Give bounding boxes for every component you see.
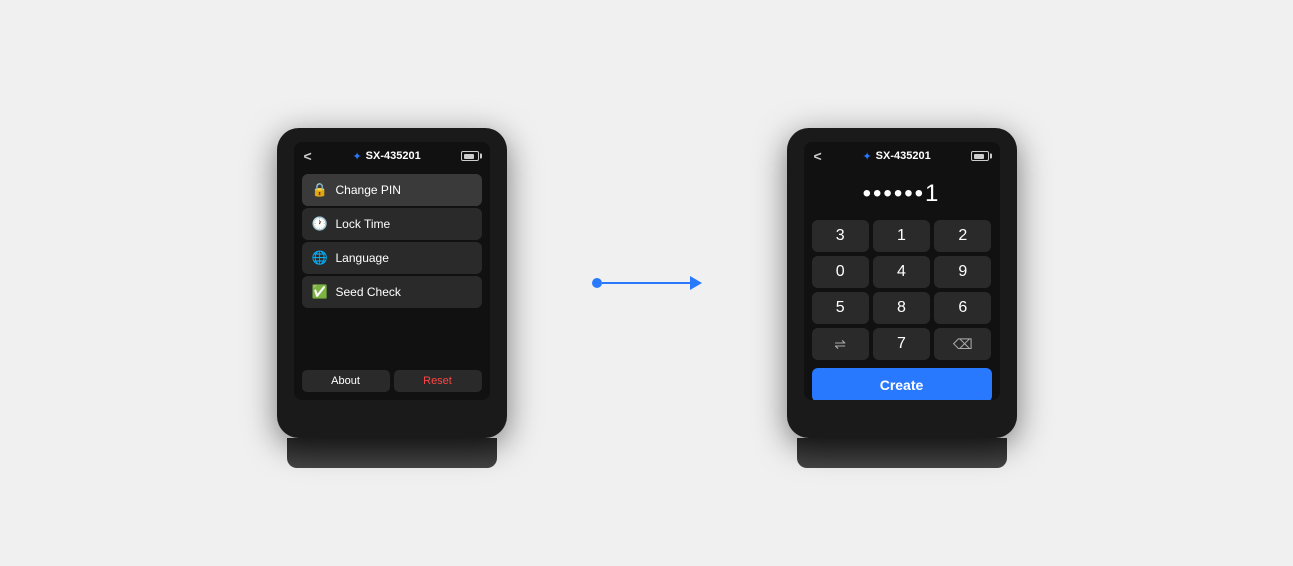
- clock-icon: 🕐: [312, 216, 328, 232]
- globe-icon: 🌐: [312, 250, 328, 266]
- bluetooth-icon-2: ✦: [862, 150, 871, 163]
- header-center-2: ✦ SX-435201: [862, 150, 930, 163]
- num-btn-1[interactable]: 1: [873, 220, 930, 252]
- back-button-2[interactable]: <: [814, 148, 822, 164]
- language-label: Language: [336, 251, 389, 265]
- create-button[interactable]: Create: [812, 368, 992, 400]
- device-name-2: SX-435201: [876, 150, 931, 162]
- device-2: < ✦ SX-435201 ••••••1 3 1 2 0 4: [787, 128, 1017, 438]
- num-btn-8[interactable]: 8: [873, 292, 930, 324]
- arrow-shaft: [602, 282, 690, 284]
- change-pin-label: Change PIN: [336, 183, 401, 197]
- about-button[interactable]: About: [302, 370, 390, 392]
- num-btn-6[interactable]: 6: [934, 292, 991, 324]
- screen-1: < ✦ SX-435201 🔒 Change PIN 🕐: [294, 142, 490, 400]
- lock-time-label: Lock Time: [336, 217, 391, 231]
- num-btn-3[interactable]: 3: [812, 220, 869, 252]
- seed-check-label: Seed Check: [336, 285, 401, 299]
- numpad: 3 1 2 0 4 9 5 8 6 ⇌ 7 ⌫: [804, 216, 1000, 364]
- battery-body-1: [461, 151, 479, 161]
- arrow-head: [690, 276, 702, 290]
- back-button-1[interactable]: <: [304, 148, 312, 164]
- create-btn-row: Create: [804, 364, 1000, 400]
- header-bar-2: < ✦ SX-435201: [804, 142, 1000, 170]
- device-name-1: SX-435201: [366, 150, 421, 162]
- num-btn-9[interactable]: 9: [934, 256, 991, 288]
- num-btn-7[interactable]: 7: [873, 328, 930, 360]
- num-btn-5[interactable]: 5: [812, 292, 869, 324]
- menu-item-language[interactable]: 🌐 Language: [302, 242, 482, 274]
- screen-2: < ✦ SX-435201 ••••••1 3 1 2 0 4: [804, 142, 1000, 400]
- header-center-1: ✦ SX-435201: [352, 150, 420, 163]
- pin-display: ••••••1: [804, 170, 1000, 216]
- bluetooth-icon-1: ✦: [352, 150, 361, 163]
- arrow-line: [592, 276, 702, 290]
- menu-item-seed-check[interactable]: ✅ Seed Check: [302, 276, 482, 308]
- menu-footer: About Reset: [294, 366, 490, 400]
- num-btn-4[interactable]: 4: [873, 256, 930, 288]
- backspace-btn[interactable]: ⌫: [934, 328, 991, 360]
- reset-button[interactable]: Reset: [394, 370, 482, 392]
- battery-icon-2: [971, 151, 989, 161]
- lock-icon: 🔒: [312, 182, 328, 198]
- check-icon: ✅: [312, 284, 328, 300]
- menu-item-lock-time[interactable]: 🕐 Lock Time: [302, 208, 482, 240]
- arrow-dot: [592, 278, 602, 288]
- battery-fill-2: [974, 154, 984, 159]
- num-btn-2[interactable]: 2: [934, 220, 991, 252]
- menu-item-change-pin[interactable]: 🔒 Change PIN: [302, 174, 482, 206]
- arrow-container: [587, 276, 707, 290]
- shuffle-btn[interactable]: ⇌: [812, 328, 869, 360]
- header-bar-1: < ✦ SX-435201: [294, 142, 490, 170]
- menu-list: 🔒 Change PIN 🕐 Lock Time 🌐 Language ✅ Se…: [294, 170, 490, 366]
- num-btn-0[interactable]: 0: [812, 256, 869, 288]
- battery-icon-1: [461, 151, 479, 161]
- battery-fill-1: [464, 154, 474, 159]
- battery-body-2: [971, 151, 989, 161]
- device-1: < ✦ SX-435201 🔒 Change PIN 🕐: [277, 128, 507, 438]
- scene: < ✦ SX-435201 🔒 Change PIN 🕐: [0, 0, 1293, 566]
